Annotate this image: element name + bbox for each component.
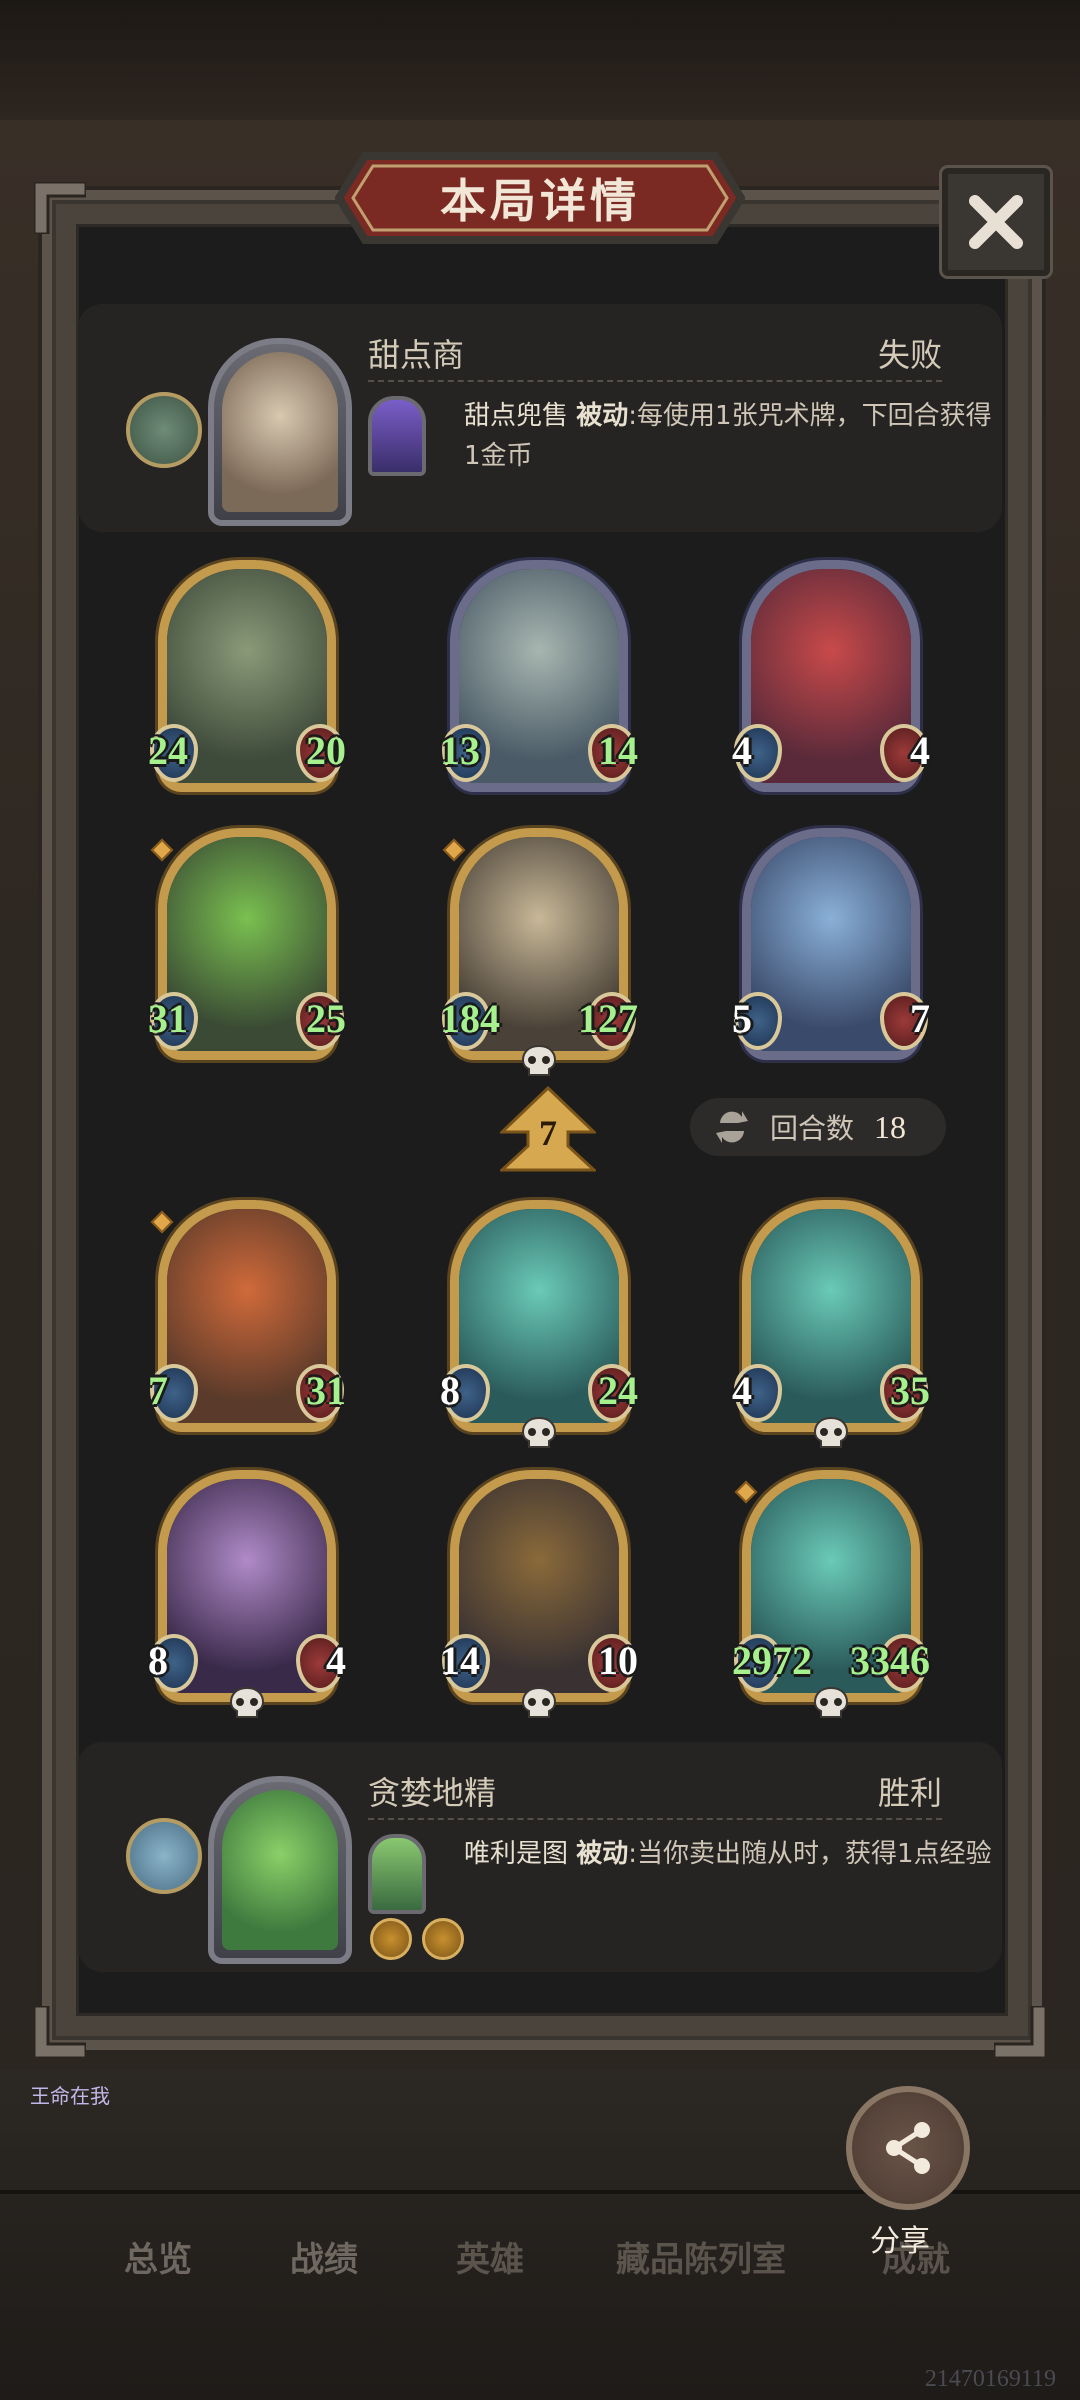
minion-card[interactable]: 2972 3346 xyxy=(732,1470,930,1718)
divider xyxy=(368,1818,942,1820)
minion-health: 31 xyxy=(306,1368,346,1413)
chat-preview: 王命在我 xyxy=(30,2084,110,2108)
corner-ornament xyxy=(992,2004,1048,2060)
minion-card[interactable]: 4 35 xyxy=(732,1200,930,1448)
minion-attack: 4 xyxy=(732,1368,752,1413)
self-name: 贪婪地精 xyxy=(368,1774,497,1812)
self-hero-portrait[interactable] xyxy=(208,1776,352,1964)
nav-records[interactable]: 战绩 xyxy=(290,2232,358,2281)
minion-card[interactable]: 31 25 xyxy=(148,828,346,1064)
trinket-icon[interactable] xyxy=(422,1918,464,1960)
footer-id: 21470169119 xyxy=(924,2366,1056,2392)
minion-health: 14 xyxy=(598,728,638,773)
minion-health: 127 xyxy=(578,996,638,1041)
minion-health: 3346 xyxy=(850,1638,930,1683)
minion-health: 4 xyxy=(910,728,930,773)
hero-power-text: 甜点兜售 被动:每使用1张咒术牌，下回合获得1金币 xyxy=(464,396,1004,476)
minion-health: 24 xyxy=(598,1368,638,1413)
hero-power-type: 被动 xyxy=(576,401,629,431)
minion-card[interactable]: 13 14 xyxy=(440,560,638,796)
opponent-name: 甜点商 xyxy=(368,336,465,374)
deathrattle-skull-icon xyxy=(812,1416,850,1450)
minion-attack: 2972 xyxy=(732,1638,812,1683)
opponent-result: 失败 xyxy=(877,336,942,374)
tavern-tier-badge: 7 xyxy=(500,1086,596,1172)
minion-attack: 4 xyxy=(732,728,752,773)
nav-overview[interactable]: 总览 xyxy=(124,2232,192,2281)
rank-badge-icon xyxy=(126,392,202,468)
nav-collection[interactable]: 藏品陈列室 xyxy=(616,2232,786,2281)
opponent-hero-portrait[interactable] xyxy=(208,338,352,526)
nav-heroes[interactable]: 英雄 xyxy=(456,2232,524,2281)
minion-card[interactable]: 24 20 xyxy=(148,560,346,796)
minion-health: 7 xyxy=(910,996,930,1041)
divider xyxy=(368,380,942,382)
deathrattle-skull-icon xyxy=(520,1416,558,1450)
round-value: 18 xyxy=(874,1108,907,1145)
deathrattle-skull-icon xyxy=(520,1044,558,1078)
minion-attack: 13 xyxy=(440,728,480,773)
minion-card[interactable]: 57 xyxy=(732,828,930,1064)
close-icon xyxy=(969,195,1023,249)
minion-attack: 8 xyxy=(148,1638,168,1683)
corner-ornament xyxy=(32,180,88,236)
self-result: 胜利 xyxy=(877,1774,942,1812)
minion-attack: 8 xyxy=(440,1368,460,1413)
minion-health: 25 xyxy=(306,996,346,1041)
self-info: 贪婪地精 胜利 唯利是图 被动:当你卖出随从时，获得1点经验 xyxy=(78,1742,1002,1972)
share-label: 分享 xyxy=(870,2224,930,2259)
close-button[interactable] xyxy=(942,168,1050,276)
corner-ornament xyxy=(32,2004,88,2060)
minion-card[interactable]: 84 xyxy=(148,1470,346,1718)
minion-card[interactable]: 14 10 xyxy=(440,1470,638,1718)
minion-attack: 24 xyxy=(148,728,188,773)
title-banner: 本局详情 xyxy=(335,152,745,244)
refresh-icon xyxy=(716,1111,748,1143)
crown-icon[interactable] xyxy=(370,1918,412,1960)
hero-power-icon[interactable] xyxy=(368,1834,426,1914)
minion-health: 20 xyxy=(306,728,346,773)
round-label: 回合数 xyxy=(770,1112,855,1145)
hero-power-name: 唯利是图 xyxy=(464,1839,569,1869)
share-icon xyxy=(886,2122,930,2174)
minion-health: 35 xyxy=(890,1368,930,1413)
share-button[interactable] xyxy=(846,2086,970,2210)
minion-card[interactable]: 8 24 xyxy=(440,1200,638,1448)
hero-power-type: 被动 xyxy=(576,1839,629,1869)
rank-badge-icon xyxy=(126,1818,202,1894)
minion-attack: 184 xyxy=(440,996,500,1041)
minion-card[interactable]: 184 127 xyxy=(440,828,638,1076)
tavern-tier-number: 7 xyxy=(539,1113,557,1153)
minion-attack: 31 xyxy=(148,996,188,1041)
hero-power-name: 甜点兜售 xyxy=(464,401,569,431)
page-title: 本局详情 xyxy=(440,174,640,228)
opponent-info: 甜点商 失败 甜点兜售 被动:每使用1张咒术牌，下回合获得1金币 xyxy=(78,304,1002,532)
minion-attack: 14 xyxy=(440,1638,480,1683)
minion-health: 10 xyxy=(598,1638,638,1683)
top-bar xyxy=(0,0,1080,120)
deathrattle-skull-icon xyxy=(812,1686,850,1720)
minion-attack: 5 xyxy=(732,996,752,1041)
hero-power-icon[interactable] xyxy=(368,396,426,476)
hero-power-text: 唯利是图 被动:当你卖出随从时，获得1点经验 xyxy=(464,1834,1004,1874)
deathrattle-skull-icon xyxy=(520,1686,558,1720)
minion-card[interactable]: 44 xyxy=(732,560,930,796)
deathrattle-skull-icon xyxy=(228,1686,266,1720)
hero-power-desc: :当你卖出随从时，获得1点经验 xyxy=(628,1839,992,1869)
round-count: 回合数 18 xyxy=(690,1098,946,1156)
minion-attack: 7 xyxy=(148,1368,168,1413)
minion-health: 4 xyxy=(326,1638,346,1683)
minion-card[interactable]: 7 31 xyxy=(148,1200,346,1436)
